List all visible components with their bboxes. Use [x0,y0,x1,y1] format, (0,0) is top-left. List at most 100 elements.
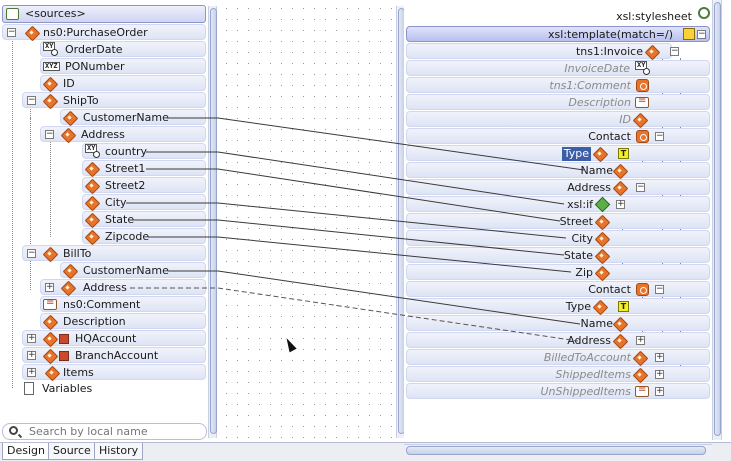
tree-label: Name [580,317,613,330]
target-row-description[interactable]: Description [406,94,710,110]
tree-row-id[interactable]: ID [40,75,206,91]
target-row-address-2[interactable]: Address + [406,332,710,348]
element-icon [45,350,59,361]
tree-row-variables[interactable]: Variables [20,381,206,397]
tab-history[interactable]: History [94,443,144,460]
collapse-icon[interactable]: − [670,47,679,56]
attribute-icon: XY [635,61,651,75]
sources-header-label: <sources> [25,7,86,20]
tree-label: UnShippedItems [540,385,631,398]
tree-label: InvoiceDate [564,62,630,75]
tree-label: ns0:Comment [63,298,141,311]
text-badge-icon: T [618,148,629,159]
horizontal-scrollbar-thumb[interactable] [406,446,706,455]
target-row-invoice-date[interactable]: InvoiceDate XY [406,60,710,76]
tree-label: Description [568,96,631,109]
tree-row-bill-to[interactable]: − BillTo [22,245,206,261]
tree-guide-line [30,260,31,290]
tree-row-comment[interactable]: ns0:Comment [40,296,206,312]
expand-icon[interactable]: + [27,368,36,377]
expand-icon[interactable]: + [616,200,625,209]
target-row-contact-2[interactable]: Contact − [406,281,710,297]
element-icon [635,352,649,363]
target-row-type[interactable]: Type T [406,145,710,161]
expand-icon[interactable]: + [27,334,36,343]
tree-row-city[interactable]: City [82,194,206,210]
tree-label: Type [561,147,591,161]
target-row-name-2[interactable]: Name [406,315,710,331]
search-box[interactable] [2,423,207,440]
tree-row-customer-name[interactable]: CustomerName [60,109,206,125]
template-row[interactable]: xsl:template(match=/) − [406,26,710,42]
tree-label: Zip [575,266,593,279]
sources-icon [6,8,19,20]
tree-row-street2[interactable]: Street2 [82,177,206,193]
target-row-comment[interactable]: tns1:Comment [406,77,710,93]
target-row-unshipped-items[interactable]: UnShippedItems + [406,383,710,399]
target-row-invoice[interactable]: tns1:Invoice − [406,43,679,59]
element-icon [597,216,611,227]
collapse-icon[interactable]: − [27,96,36,105]
target-row-shipped-items[interactable]: ShippedItems + [406,366,710,382]
tree-row-order-date[interactable]: XY OrderDate [40,41,206,57]
tree-row-bill-address[interactable]: + Address [40,279,206,295]
tree-row-description[interactable]: Description [40,313,206,329]
target-row-state[interactable]: State [406,247,710,263]
target-row-id[interactable]: ID [406,111,710,127]
collapse-icon[interactable]: − [655,132,664,141]
search-input[interactable] [29,425,199,438]
tab-design[interactable]: Design [2,443,50,460]
tree-row-po-number[interactable]: XYZ PONumber [40,58,206,74]
source-scrollbar-thumb[interactable] [210,8,217,434]
expand-icon[interactable]: + [655,370,664,379]
element-icon [647,46,661,57]
tree-row-hq-account[interactable]: + HQAccount [22,330,206,346]
tree-label: BranchAccount [75,349,159,362]
tree-row-state[interactable]: State [82,211,206,227]
collapse-icon[interactable]: − [655,285,664,294]
collapse-icon[interactable]: − [27,249,36,258]
reference-icon [59,351,69,361]
tree-label: Street [559,215,593,228]
target-row-zip[interactable]: Zip [406,264,710,280]
target-row-type-2[interactable]: Type T [406,298,710,314]
target-row-billed-to-account[interactable]: BilledToAccount + [406,349,710,365]
tree-row-country[interactable]: XY country [82,143,206,159]
collapse-icon[interactable]: − [7,28,16,37]
stylesheet-label[interactable]: xsl:stylesheet [616,10,692,23]
target-row-city[interactable]: City [406,230,710,246]
choice-icon [636,283,649,296]
expand-icon[interactable]: + [27,351,36,360]
element-icon [45,95,59,106]
collapse-icon[interactable]: − [45,130,54,139]
collapse-icon[interactable]: − [697,30,706,39]
sources-header[interactable]: <sources> [2,5,206,23]
tree-row-ship-to[interactable]: − ShipTo [22,92,206,108]
tree-row-bill-customer-name[interactable]: CustomerName [60,262,206,278]
tree-row-branch-account[interactable]: + BranchAccount [22,347,206,363]
target-row-xsl-if[interactable]: xsl:if + [406,196,710,213]
tree-row-items[interactable]: + Items [22,364,206,380]
target-scrollbar[interactable] [712,0,722,440]
tree-guide-line [12,38,13,388]
target-row-street[interactable]: Street [406,213,710,229]
target-row-name[interactable]: Name [406,162,710,178]
tab-source[interactable]: Source [48,443,96,460]
expand-icon[interactable]: + [655,387,664,396]
target-horizontal-scrollbar[interactable] [404,444,712,456]
expand-icon[interactable]: + [636,336,645,345]
element-icon [615,318,629,329]
mapping-canvas[interactable] [218,0,398,440]
tree-row-address[interactable]: − Address [40,126,206,142]
tree-row-purchase-order[interactable]: − ns0:PurchaseOrder [2,24,206,40]
source-scrollbar[interactable] [208,6,217,438]
tree-row-street1[interactable]: Street1 [82,160,206,176]
target-row-address[interactable]: Address − [406,179,710,195]
target-scrollbar-thumb[interactable] [714,2,721,436]
expand-icon[interactable]: + [655,353,664,362]
target-row-contact[interactable]: Contact − [406,128,710,144]
tree-row-zipcode[interactable]: Zipcode [82,228,206,244]
collapse-icon[interactable]: − [636,183,645,192]
expand-icon[interactable]: + [45,283,54,292]
stylesheet-icon [698,7,710,19]
